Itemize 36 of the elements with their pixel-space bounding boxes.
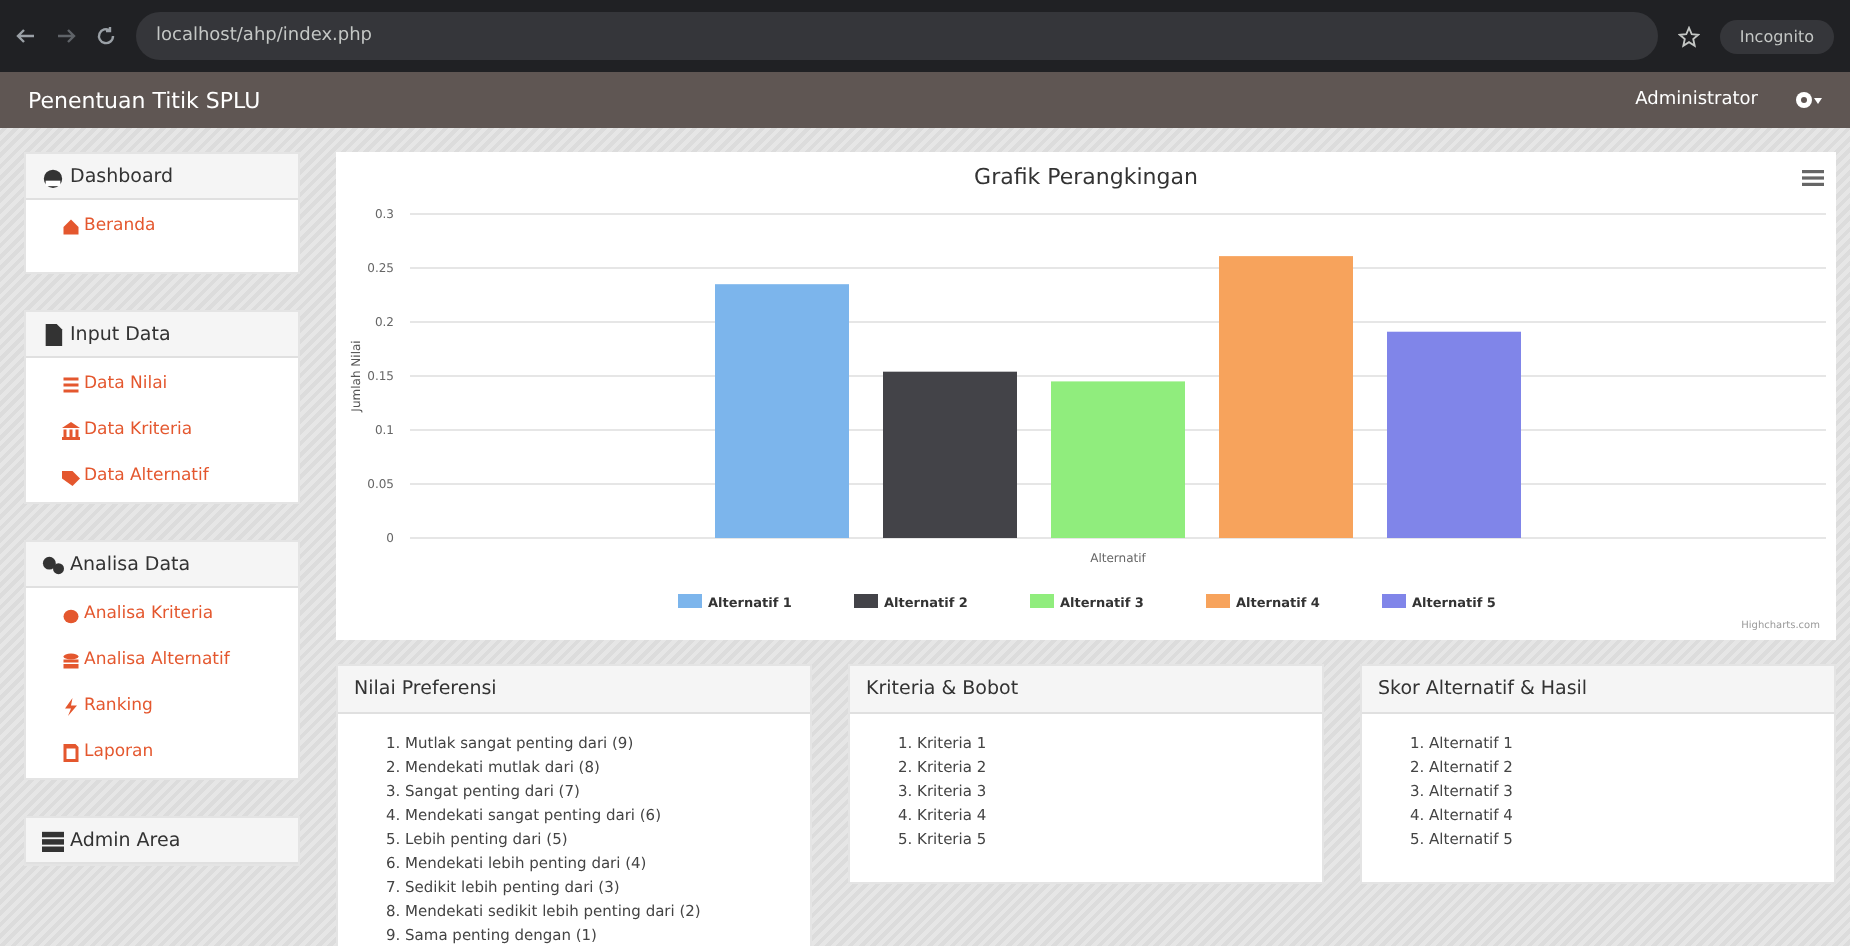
sidebar-link[interactable]: Data Nilai xyxy=(62,374,298,394)
menu-icon[interactable] xyxy=(1802,168,1824,188)
profile-button[interactable]: Incognito xyxy=(1719,19,1834,53)
forward-icon[interactable] xyxy=(56,26,76,46)
document-icon xyxy=(62,743,80,761)
panel-title: Admin Area xyxy=(70,829,181,851)
server-icon xyxy=(42,829,64,851)
home-icon xyxy=(62,217,80,235)
address-bar[interactable]: localhost/ahp/index.php xyxy=(136,12,1658,60)
bolt-icon xyxy=(62,697,80,715)
panel-title: Kriteria & Bobot xyxy=(850,666,1322,714)
chart-title: Grafik Perangkingan xyxy=(974,164,1198,190)
user-menu[interactable]: Administrator xyxy=(1635,90,1758,110)
back-icon[interactable] xyxy=(16,26,36,46)
list-icon xyxy=(62,375,80,393)
database-icon xyxy=(62,651,80,669)
sidebar-link[interactable]: Data Alternatif xyxy=(62,466,298,486)
panel-title: Input Data xyxy=(70,323,171,345)
tag-icon xyxy=(62,467,80,485)
sidebar-link[interactable]: Ranking xyxy=(62,696,298,716)
panel-title: Dashboard xyxy=(70,165,174,187)
settings-icon[interactable] xyxy=(1794,88,1822,112)
panel-title: Nilai Preferensi xyxy=(338,666,810,714)
star-icon[interactable] xyxy=(1677,25,1700,47)
sidebar-link[interactable]: Data Kriteria xyxy=(62,420,298,440)
app-title[interactable]: Penentuan Titik SPLU xyxy=(28,87,1636,113)
panel-title: Analisa Data xyxy=(70,553,191,575)
file-icon xyxy=(42,323,64,345)
sidebar-link[interactable]: Laporan xyxy=(62,742,298,762)
sidebar-link[interactable]: Beranda xyxy=(62,216,298,236)
panel-title: Skor Alternatif & Hasil xyxy=(1362,666,1834,714)
sidebar-link[interactable]: Analisa Kriteria xyxy=(62,604,298,624)
reload-icon[interactable] xyxy=(96,26,116,46)
gauge-icon xyxy=(42,165,64,187)
building-icon xyxy=(62,421,80,439)
sidebar-link[interactable]: Analisa Alternatif xyxy=(62,650,298,670)
